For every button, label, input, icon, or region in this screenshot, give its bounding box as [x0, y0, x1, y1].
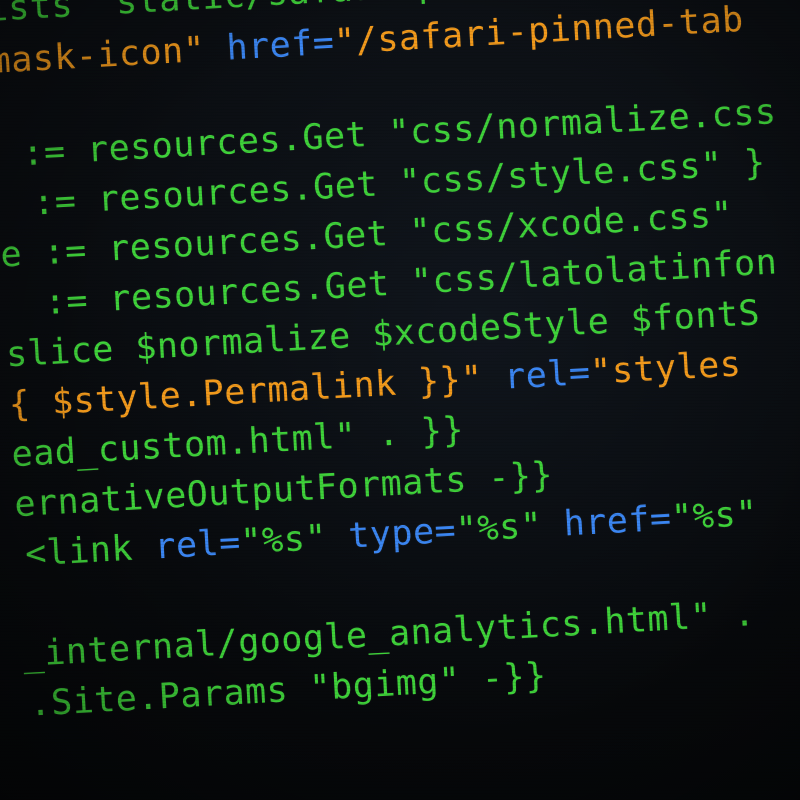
code-token: "css/style.css" }: [398, 142, 767, 204]
code-token: rel=: [503, 352, 592, 398]
code-token: _internal/google_analytics.html" .: [21, 594, 757, 675]
code-token: "css/xcode.css": [408, 194, 734, 253]
code-listing: ists "static/safari-pinned-tab.svg"mask-…: [0, 0, 800, 800]
code-token: "styles: [589, 344, 743, 393]
code-token: "/safari-pinned-tab: [333, 0, 745, 63]
code-line: _internal/google_analytics.html" .: [22, 594, 757, 675]
code-token: "css/latolatinfon: [409, 242, 779, 303]
code-token: "%s": [454, 504, 565, 551]
code-token: "%s": [239, 516, 350, 563]
code-token: <link: [24, 527, 156, 575]
code-token: "%s": [670, 493, 759, 539]
code-token: mask-icon": [0, 28, 228, 82]
code-token: type=: [347, 510, 458, 557]
photo-of-code-editor-screen: ists "static/safari-pinned-tab.svg"mask-…: [0, 0, 800, 800]
code-token: href=: [562, 498, 673, 545]
code-token: href=: [225, 22, 336, 69]
code-token: rel=: [153, 522, 242, 568]
